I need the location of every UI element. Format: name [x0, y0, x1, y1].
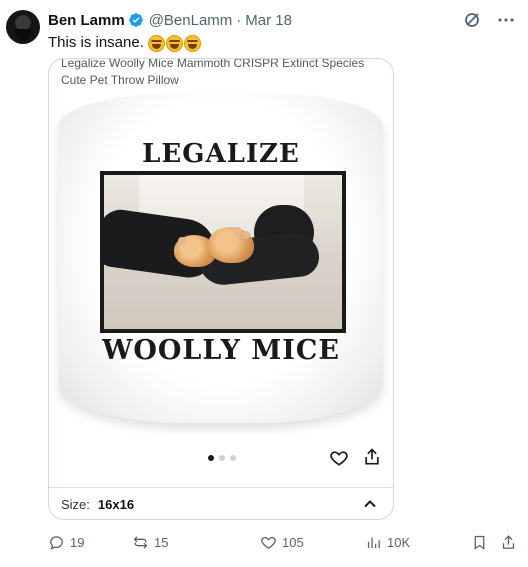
repost-icon — [133, 535, 148, 549]
avatar[interactable] — [6, 10, 40, 44]
tweet-header: Ben Lamm @BenLamm · Mar 18 — [48, 10, 292, 30]
woolly-mice-photo — [100, 171, 346, 333]
rolling-laughing-emoji-icon — [147, 34, 165, 52]
repost-button[interactable]: 15 — [132, 532, 168, 552]
share-icon — [502, 534, 515, 549]
size-label: Size: — [61, 497, 90, 512]
chevron-up-icon[interactable] — [363, 497, 377, 511]
tweet-share-button[interactable] — [500, 532, 517, 552]
views-icon — [367, 537, 380, 548]
carousel-dot[interactable] — [219, 455, 225, 461]
like-icon — [261, 536, 276, 549]
views-button[interactable]: 10K — [365, 532, 410, 552]
carousel-dot[interactable] — [208, 455, 214, 461]
tweet-text: This is insane. — [48, 33, 201, 53]
heart-icon[interactable] — [329, 448, 349, 468]
views-count: 10K — [387, 534, 411, 550]
product-card[interactable]: Legalize Woolly Mice Mammoth CRISPR Exti… — [48, 58, 394, 520]
carousel-dot[interactable] — [230, 455, 236, 461]
verified-badge-icon — [128, 12, 144, 28]
product-title: Legalize Woolly Mice Mammoth CRISPR Exti… — [61, 58, 365, 87]
reply-count: 19 — [70, 534, 85, 550]
reply-button[interactable]: 19 — [48, 532, 84, 552]
tweet-top-icons — [462, 10, 516, 30]
size-selector[interactable]: Size: 16x16 — [49, 487, 393, 519]
like-count: 105 — [282, 534, 304, 550]
bookmark-icon — [474, 535, 485, 550]
size-value: 16x16 — [97, 497, 135, 512]
pillow-bottom-text: WOOLLY MICE — [102, 335, 340, 366]
rolling-laughing-emoji-icon — [183, 34, 201, 52]
share-icon[interactable] — [362, 447, 382, 467]
author-handle[interactable]: @BenLamm — [149, 12, 233, 29]
tweet-action-bar: 19 15 105 10K — [48, 532, 518, 552]
rolling-laughing-emoji-icon — [165, 34, 183, 52]
repost-count: 15 — [154, 534, 169, 550]
reply-icon — [50, 535, 63, 550]
grok-icon[interactable] — [462, 10, 482, 30]
pillow-top-text: LEGALIZE — [142, 139, 300, 169]
tweet-date[interactable]: Mar 18 — [245, 12, 292, 29]
author-name[interactable]: Ben Lamm — [48, 12, 125, 29]
like-button[interactable]: 105 — [260, 532, 304, 552]
more-icon[interactable] — [496, 10, 516, 30]
laughing-emoji-group — [147, 34, 201, 52]
tweet-text-content: This is insane. — [48, 34, 144, 51]
separator-dot: · — [236, 11, 242, 29]
bookmark-button[interactable] — [471, 532, 488, 552]
